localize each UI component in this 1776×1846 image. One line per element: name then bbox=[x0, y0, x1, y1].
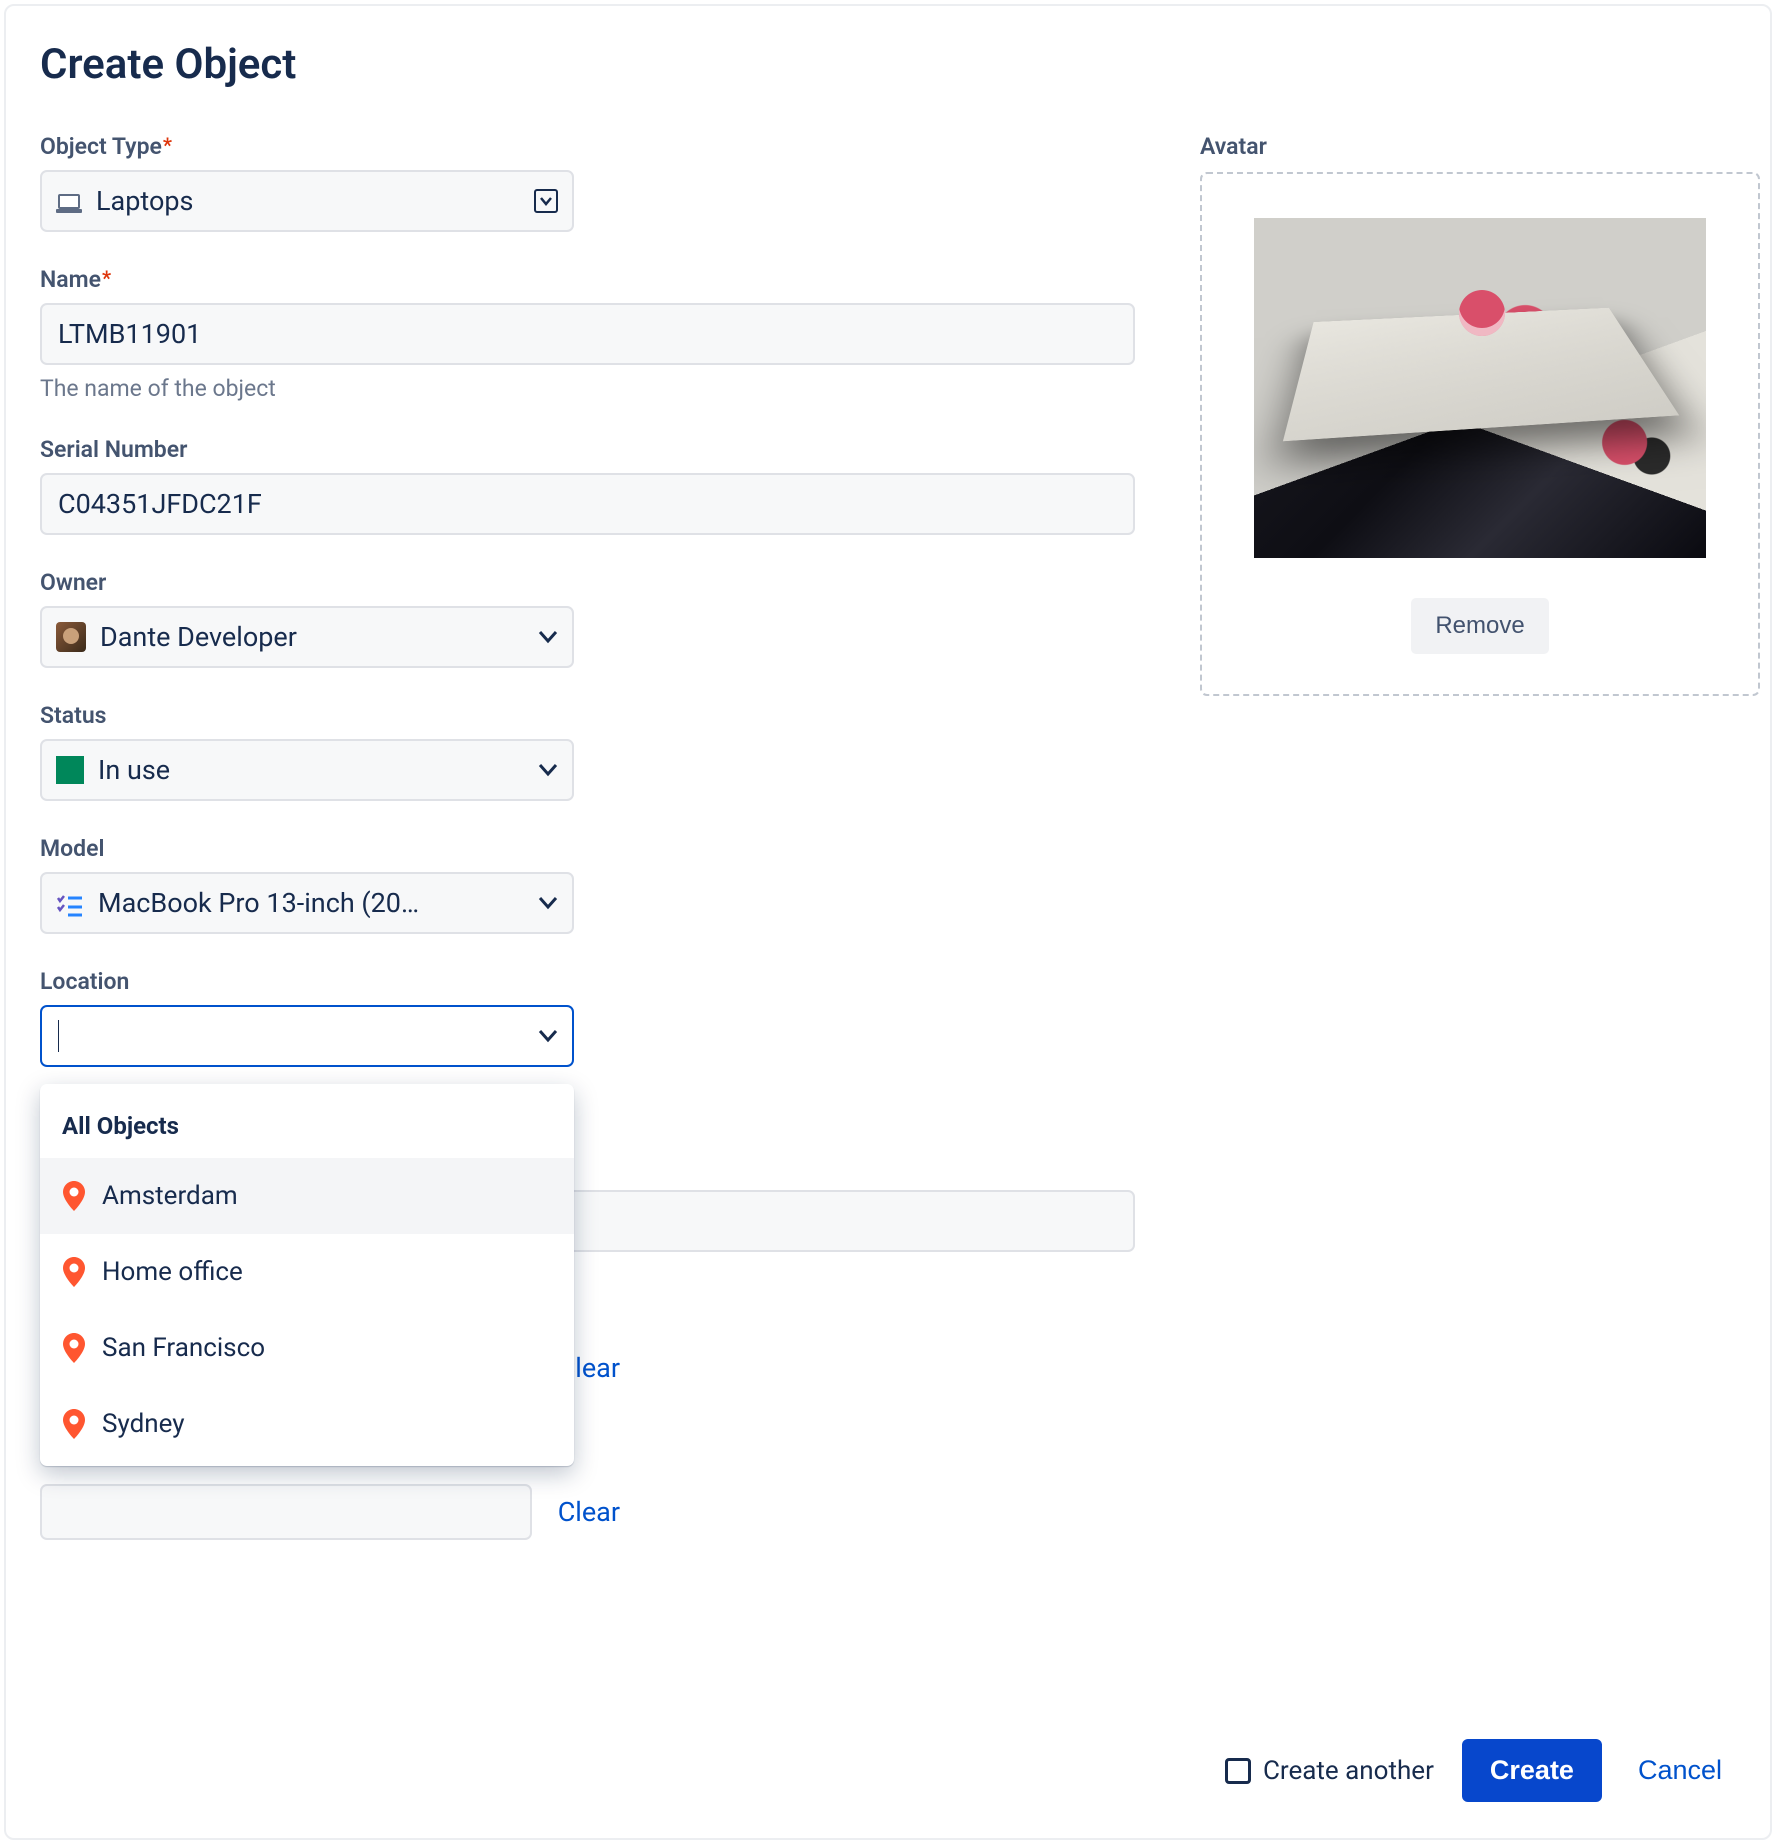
label-object-type: Object Type* bbox=[40, 133, 1140, 160]
object-type-value: Laptops bbox=[96, 185, 520, 217]
create-another-checkbox[interactable]: Create another bbox=[1225, 1756, 1434, 1786]
page-title: Create Object bbox=[40, 40, 1736, 89]
dropdown-header: All Objects bbox=[40, 1084, 574, 1158]
required-asterisk: * bbox=[163, 133, 172, 157]
label-text: Name bbox=[40, 266, 101, 293]
dialog-footer: Create another Create Cancel bbox=[1225, 1739, 1730, 1802]
name-input[interactable] bbox=[40, 303, 1135, 365]
label-model: Model bbox=[40, 835, 1140, 862]
owner-select[interactable]: Dante Developer bbox=[40, 606, 574, 668]
chevron-down-icon bbox=[538, 893, 558, 913]
field-model: Model MacBook Pro 13-inch (20… bbox=[40, 835, 1140, 934]
required-asterisk: * bbox=[102, 266, 111, 290]
label-text: Object Type bbox=[40, 133, 162, 160]
field-object-type: Object Type* Laptops bbox=[40, 133, 1140, 232]
user-avatar-icon bbox=[56, 622, 86, 652]
serial-input[interactable] bbox=[40, 473, 1135, 535]
model-select[interactable]: MacBook Pro 13-inch (20… bbox=[40, 872, 574, 934]
option-label: San Francisco bbox=[102, 1333, 265, 1363]
label-location: Location bbox=[40, 968, 1140, 995]
create-another-label: Create another bbox=[1263, 1756, 1434, 1786]
dropdown-option-sydney[interactable]: Sydney bbox=[40, 1386, 574, 1462]
label-avatar: Avatar bbox=[1200, 133, 1760, 160]
object-type-select[interactable]: Laptops bbox=[40, 170, 574, 232]
cancel-button[interactable]: Cancel bbox=[1630, 1739, 1730, 1802]
chevron-down-icon bbox=[534, 189, 558, 213]
dropdown-option-san-francisco[interactable]: San Francisco bbox=[40, 1310, 574, 1386]
location-pin-icon bbox=[62, 1409, 86, 1439]
location-dropdown: All Objects Amsterdam Home office bbox=[40, 1084, 574, 1466]
hidden-select-row-2: Clear bbox=[40, 1484, 620, 1540]
avatar-image bbox=[1254, 218, 1706, 558]
field-name: Name* The name of the object bbox=[40, 266, 1140, 402]
field-owner: Owner Dante Developer bbox=[40, 569, 1140, 668]
label-name: Name* bbox=[40, 266, 1140, 293]
dropdown-option-home-office[interactable]: Home office bbox=[40, 1234, 574, 1310]
model-value: MacBook Pro 13-inch (20… bbox=[98, 887, 524, 919]
status-value: In use bbox=[98, 754, 524, 786]
field-location: Location Clear bbox=[40, 968, 1140, 1067]
label-serial: Serial Number bbox=[40, 436, 1140, 463]
status-color-icon bbox=[56, 756, 84, 784]
laptop-icon bbox=[56, 190, 82, 212]
dropdown-option-amsterdam[interactable]: Amsterdam bbox=[40, 1158, 574, 1234]
chevron-down-icon bbox=[538, 760, 558, 780]
owner-value: Dante Developer bbox=[100, 621, 524, 653]
form-fields: Object Type* Laptops N bbox=[40, 133, 1140, 1067]
location-select[interactable] bbox=[40, 1005, 574, 1067]
location-pin-icon bbox=[62, 1181, 86, 1211]
avatar-dropzone[interactable]: Remove bbox=[1200, 172, 1760, 696]
hidden-select-2[interactable] bbox=[40, 1484, 532, 1540]
text-cursor bbox=[58, 1020, 59, 1052]
field-status: Status In use bbox=[40, 702, 1140, 801]
location-pin-icon bbox=[62, 1333, 86, 1363]
location-pin-icon bbox=[62, 1257, 86, 1287]
option-label: Sydney bbox=[102, 1409, 185, 1439]
field-serial: Serial Number bbox=[40, 436, 1140, 535]
avatar-section: Avatar Remove bbox=[1200, 133, 1760, 1067]
name-help: The name of the object bbox=[40, 375, 1140, 402]
list-icon bbox=[56, 892, 84, 914]
create-object-dialog: Create Object Object Type* Laptops bbox=[4, 4, 1772, 1840]
clear-button-2[interactable]: Clear bbox=[558, 1496, 620, 1528]
create-button[interactable]: Create bbox=[1462, 1739, 1602, 1802]
status-select[interactable]: In use bbox=[40, 739, 574, 801]
chevron-down-icon bbox=[538, 627, 558, 647]
option-label: Amsterdam bbox=[102, 1181, 238, 1211]
label-owner: Owner bbox=[40, 569, 1140, 596]
chevron-down-icon bbox=[538, 1026, 558, 1046]
label-status: Status bbox=[40, 702, 1140, 729]
checkbox-icon bbox=[1225, 1758, 1251, 1784]
remove-avatar-button[interactable]: Remove bbox=[1411, 598, 1548, 654]
option-label: Home office bbox=[102, 1257, 243, 1287]
